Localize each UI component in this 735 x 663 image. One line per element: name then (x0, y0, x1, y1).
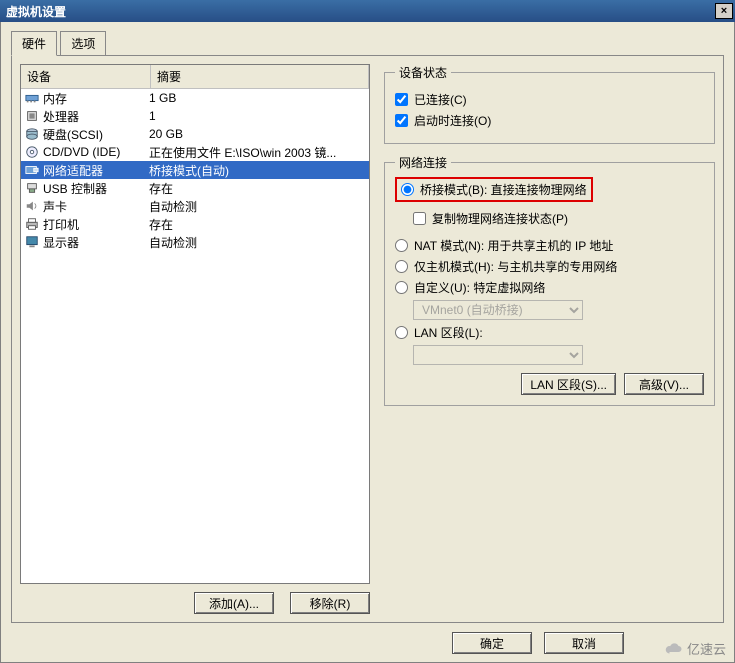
replicate-label: 复制物理网络连接状态(P) (432, 210, 568, 227)
device-list[interactable]: 设备 摘要 内存 1 GB 处理器 1 硬盘(SCSI) 20 GB (20, 64, 370, 584)
device-summary: 自动检测 (149, 234, 365, 251)
advanced-button[interactable]: 高级(V)... (624, 373, 704, 395)
device-name: 声卡 (43, 198, 67, 215)
device-status-legend: 设备状态 (395, 64, 451, 81)
titlebar: 虚拟机设置 × (0, 0, 735, 22)
lan-segments-button[interactable]: LAN 区段(S)... (521, 373, 616, 395)
device-status-group: 设备状态 已连接(C) 启动时连接(O) (384, 64, 715, 144)
custom-dropdown-row: VMnet0 (自动桥接) (413, 300, 704, 320)
row-nic[interactable]: 网络适配器 桥接模式(自动) (21, 161, 369, 179)
lanseg-radio[interactable]: LAN 区段(L): (395, 324, 704, 341)
device-name: 内存 (43, 90, 67, 107)
ok-button[interactable]: 确定 (452, 632, 532, 654)
lanseg-dropdown-row (413, 345, 704, 365)
device-summary: 桥接模式(自动) (149, 162, 365, 179)
nat-label: NAT 模式(N): 用于共享主机的 IP 地址 (414, 237, 613, 254)
printer-icon (25, 217, 39, 231)
network-buttons: LAN 区段(S)... 高级(V)... (395, 373, 704, 395)
watermark: 亿速云 (657, 635, 734, 662)
watermark-text: 亿速云 (687, 639, 726, 658)
tab-hardware[interactable]: 硬件 (11, 31, 57, 56)
custom-radio[interactable]: 自定义(U): 特定虚拟网络 (395, 279, 704, 296)
connect-poweron-input[interactable] (395, 114, 408, 127)
nat-input[interactable] (395, 239, 408, 252)
device-name: CD/DVD (IDE) (43, 145, 120, 159)
cpu-icon (25, 109, 39, 123)
display-icon (25, 235, 39, 249)
device-summary: 存在 (149, 180, 365, 197)
row-display[interactable]: 显示器 自动检测 (21, 233, 369, 251)
device-summary: 20 GB (149, 127, 365, 141)
disk-icon (25, 127, 39, 141)
right-column: 设备状态 已连接(C) 启动时连接(O) 网络连接 (384, 64, 715, 614)
dialog-body: 硬件 选项 设备 摘要 内存 1 GB 处理器 (0, 22, 735, 663)
custom-input[interactable] (395, 281, 408, 294)
network-legend: 网络连接 (395, 154, 451, 171)
memory-icon (25, 91, 39, 105)
usb-icon (25, 181, 39, 195)
lanseg-dropdown (413, 345, 583, 365)
device-name: 网络适配器 (43, 162, 103, 179)
bridged-radio[interactable]: 桥接模式(B): 直接连接物理网络 (401, 181, 587, 198)
device-summary: 存在 (149, 216, 365, 233)
device-buttons: 添加(A)... 移除(R) (20, 584, 370, 614)
close-button[interactable]: × (715, 3, 733, 19)
connected-label: 已连接(C) (414, 91, 467, 108)
remove-button[interactable]: 移除(R) (290, 592, 370, 614)
custom-vmnet-dropdown: VMnet0 (自动桥接) (413, 300, 583, 320)
tab-bar: 硬件 选项 (11, 30, 724, 55)
row-cpu[interactable]: 处理器 1 (21, 107, 369, 125)
connected-checkbox[interactable]: 已连接(C) (395, 91, 704, 108)
tab-options[interactable]: 选项 (60, 31, 106, 55)
device-name: 打印机 (43, 216, 79, 233)
lanseg-input[interactable] (395, 326, 408, 339)
col-summary[interactable]: 摘要 (151, 65, 369, 88)
row-usb[interactable]: USB 控制器 存在 (21, 179, 369, 197)
sound-icon (25, 199, 39, 213)
add-button[interactable]: 添加(A)... (194, 592, 274, 614)
device-name: 硬盘(SCSI) (43, 126, 103, 143)
cancel-button[interactable]: 取消 (544, 632, 624, 654)
hostonly-label: 仅主机模式(H): 与主机共享的专用网络 (414, 258, 617, 275)
device-summary: 1 GB (149, 91, 365, 105)
col-device[interactable]: 设备 (21, 65, 151, 88)
hostonly-radio[interactable]: 仅主机模式(H): 与主机共享的专用网络 (395, 258, 704, 275)
device-name: USB 控制器 (43, 180, 107, 197)
tab-panel: 设备 摘要 内存 1 GB 处理器 1 硬盘(SCSI) 20 GB (11, 55, 724, 623)
device-summary: 自动检测 (149, 198, 365, 215)
bridged-label: 桥接模式(B): 直接连接物理网络 (420, 181, 587, 198)
bridged-highlight: 桥接模式(B): 直接连接物理网络 (395, 177, 593, 202)
nat-radio[interactable]: NAT 模式(N): 用于共享主机的 IP 地址 (395, 237, 704, 254)
connect-poweron-checkbox[interactable]: 启动时连接(O) (395, 112, 704, 129)
connected-input[interactable] (395, 93, 408, 106)
bridged-input[interactable] (401, 183, 414, 196)
left-column: 设备 摘要 内存 1 GB 处理器 1 硬盘(SCSI) 20 GB (20, 64, 370, 614)
lanseg-label: LAN 区段(L): (414, 324, 483, 341)
row-printer[interactable]: 打印机 存在 (21, 215, 369, 233)
device-summary: 1 (149, 109, 365, 123)
nic-icon (25, 163, 39, 177)
replicate-checkbox[interactable]: 复制物理网络连接状态(P) (413, 210, 704, 227)
window-title: 虚拟机设置 (6, 3, 66, 20)
row-cd[interactable]: CD/DVD (IDE) 正在使用文件 E:\ISO\win 2003 镜... (21, 143, 369, 161)
device-list-header: 设备 摘要 (21, 65, 369, 89)
hostonly-input[interactable] (395, 260, 408, 273)
cloud-icon (665, 640, 683, 658)
custom-label: 自定义(U): 特定虚拟网络 (414, 279, 545, 296)
row-sound[interactable]: 声卡 自动检测 (21, 197, 369, 215)
network-connection-group: 网络连接 桥接模式(B): 直接连接物理网络 复制物理网络连接状态(P) N (384, 154, 715, 406)
replicate-input[interactable] (413, 212, 426, 225)
cd-icon (25, 145, 39, 159)
row-disk[interactable]: 硬盘(SCSI) 20 GB (21, 125, 369, 143)
row-memory[interactable]: 内存 1 GB (21, 89, 369, 107)
device-name: 处理器 (43, 108, 79, 125)
device-name: 显示器 (43, 234, 79, 251)
device-summary: 正在使用文件 E:\ISO\win 2003 镜... (149, 144, 365, 161)
connect-poweron-label: 启动时连接(O) (414, 112, 491, 129)
